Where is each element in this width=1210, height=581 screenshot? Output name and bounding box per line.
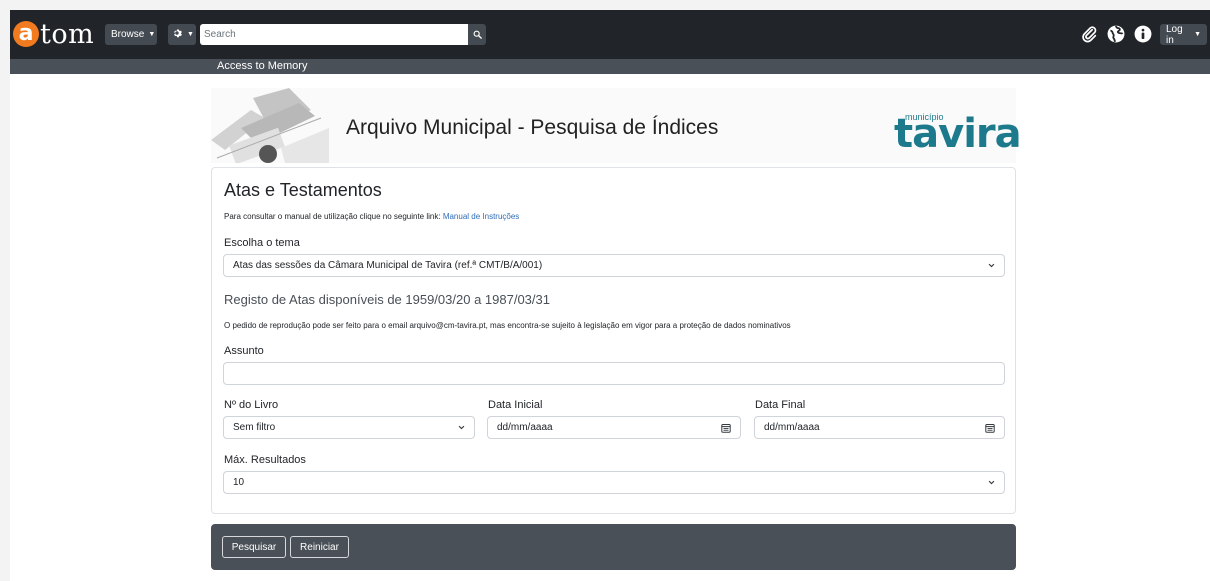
manual-paragraph: Para consultar o manual de utilização cl…	[224, 212, 519, 221]
data-inicial-input[interactable]: dd/mm/aaaa	[487, 416, 741, 439]
data-final-label: Data Final	[755, 399, 806, 411]
chevron-down-icon	[988, 263, 995, 268]
assunto-input[interactable]	[223, 362, 1005, 385]
form-heading: Atas e Testamentos	[224, 180, 382, 200]
livro-label: Nº do Livro	[224, 399, 279, 411]
search-form-card: Atas e Testamentos Para consultar o manu…	[211, 167, 1016, 514]
page-title: Arquivo Municipal - Pesquisa de Índices	[346, 116, 719, 139]
caret-down-icon: ▼	[1194, 31, 1201, 38]
pedido-text: O pedido de reprodução pode ser feito pa…	[224, 321, 791, 330]
paperclip-icon[interactable]	[1078, 23, 1100, 45]
app-window: a tom Browse ▼ ▼ Search Log in ▼ Access …	[10, 10, 1210, 581]
search-icon	[473, 26, 482, 44]
reiniciar-button[interactable]: Reiniciar	[290, 536, 349, 558]
top-navbar: a tom Browse ▼ ▼ Search Log in ▼	[10, 10, 1210, 59]
livro-select[interactable]: Sem filtro	[223, 416, 475, 439]
atom-logo[interactable]: a tom	[13, 15, 94, 53]
max-resultados-label: Máx. Resultados	[224, 454, 306, 466]
data-final-value: dd/mm/aaaa	[764, 422, 820, 433]
search-bar	[200, 24, 495, 45]
site-subbar: Access to Memory	[10, 59, 1210, 74]
caret-down-icon: ▼	[187, 31, 194, 38]
search-input[interactable]	[200, 24, 468, 45]
header-banner: Arquivo Municipal - Pesquisa de Índices …	[211, 88, 1022, 163]
browse-label: Browse	[111, 29, 145, 40]
logo-text: tom	[40, 18, 95, 50]
max-resultados-select[interactable]: 10	[223, 471, 1005, 494]
login-label: Log in	[1166, 23, 1183, 46]
assunto-label: Assunto	[224, 345, 264, 357]
tema-selected-value: Atas das sessões da Câmara Municipal de …	[233, 260, 543, 271]
gear-icon	[173, 28, 183, 41]
municipio-logo-text: município	[905, 112, 944, 122]
livro-selected-value: Sem filtro	[233, 422, 276, 433]
data-inicial-value: dd/mm/aaaa	[497, 422, 553, 433]
pesquisar-button[interactable]: Pesquisar	[222, 536, 286, 558]
search-button[interactable]	[468, 24, 486, 45]
max-resultados-value: 10	[233, 477, 245, 488]
site-title-link[interactable]: Access to Memory	[217, 59, 307, 74]
calendar-icon[interactable]	[985, 423, 995, 433]
info-icon[interactable]	[1132, 23, 1154, 45]
registo-text: Registo de Atas disponíveis de 1959/03/2…	[224, 292, 550, 307]
archive-illustration	[211, 88, 329, 163]
manual-text: Para consultar o manual de utilização cl…	[224, 212, 441, 221]
logo-letter: a	[13, 21, 39, 47]
settings-button[interactable]: ▼	[168, 24, 196, 45]
tema-select[interactable]: Atas das sessões da Câmara Municipal de …	[223, 254, 1005, 277]
browse-button[interactable]: Browse ▼	[105, 24, 157, 45]
chevron-down-icon	[988, 480, 995, 485]
calendar-icon[interactable]	[721, 423, 731, 433]
manual-link[interactable]: Manual de Instruções	[443, 212, 520, 221]
login-button[interactable]: Log in ▼	[1160, 23, 1207, 46]
data-inicial-label: Data Inicial	[488, 399, 543, 411]
chevron-down-icon	[458, 425, 465, 430]
tema-label: Escolha o tema	[224, 237, 300, 249]
form-actions-bar: Pesquisar Reiniciar	[211, 524, 1016, 570]
data-final-input[interactable]: dd/mm/aaaa	[754, 416, 1005, 439]
globe-icon[interactable]	[1105, 23, 1127, 45]
caret-down-icon: ▼	[148, 31, 156, 38]
